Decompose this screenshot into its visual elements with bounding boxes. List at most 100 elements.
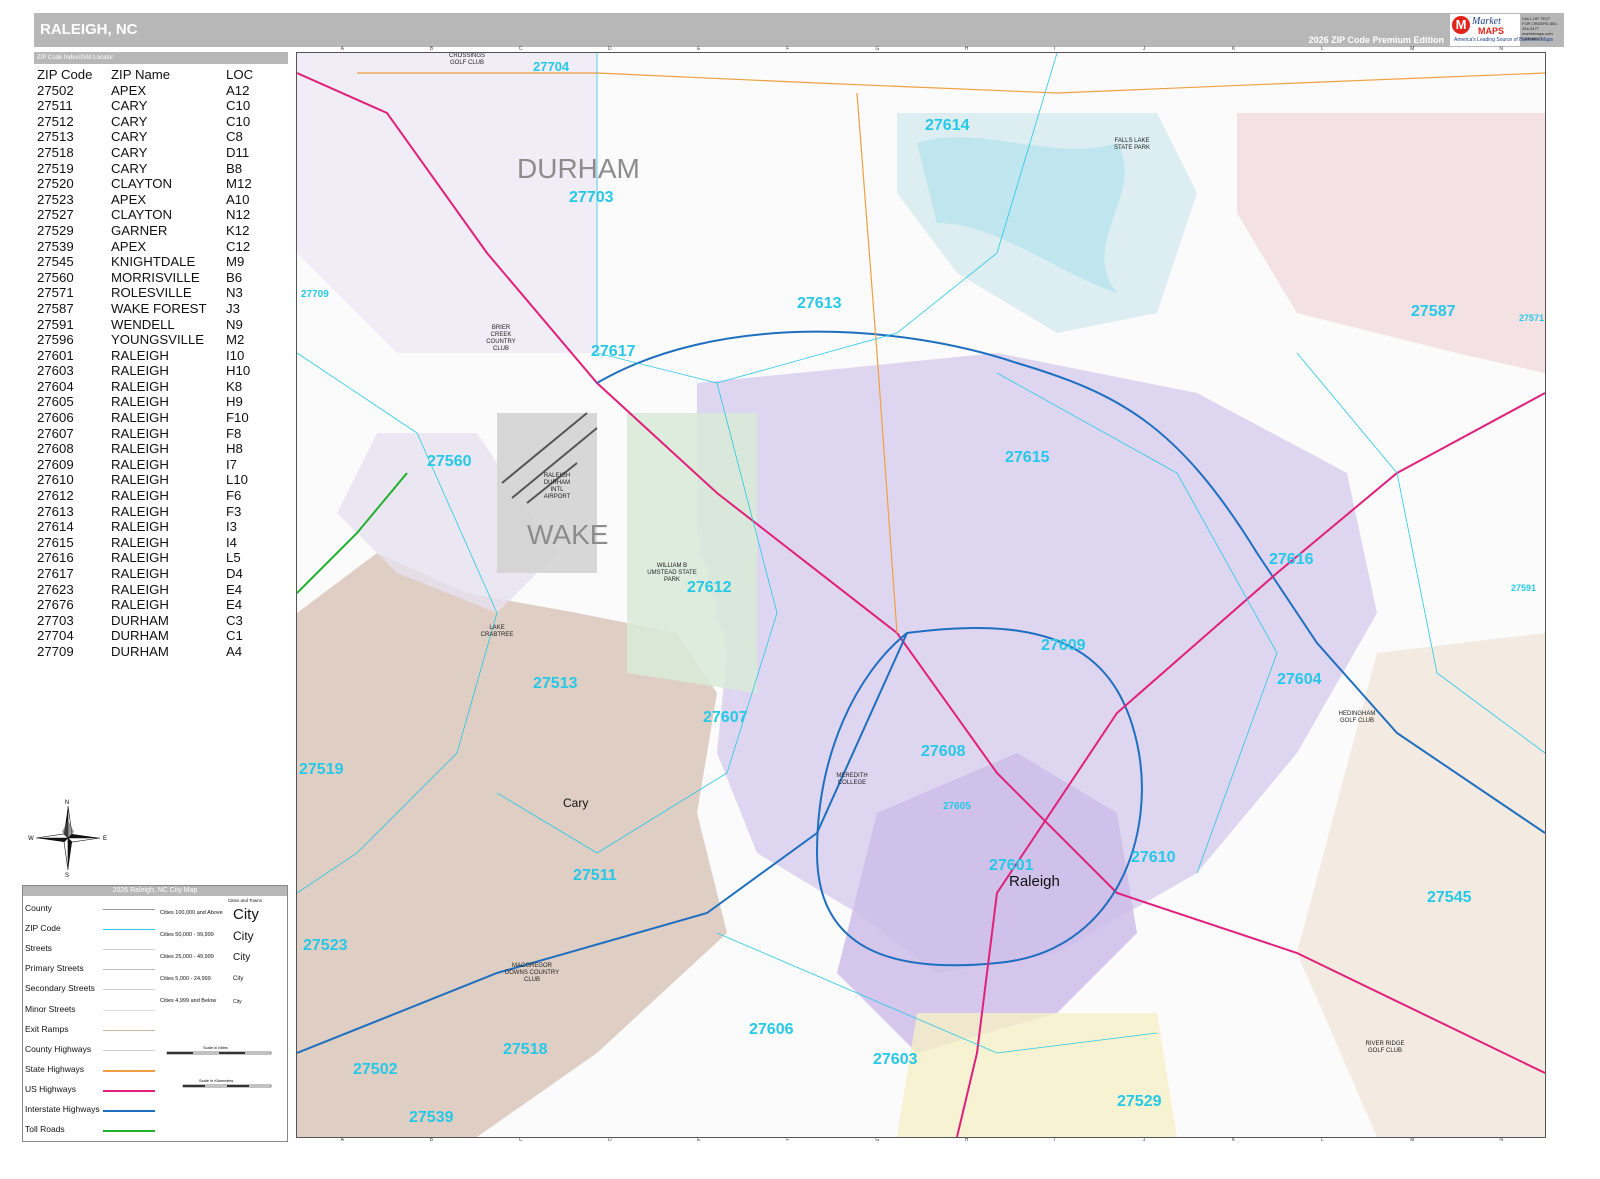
zip-index-row: 27609 RALEIGH I7 <box>37 457 287 473</box>
zip-name-cell: KNIGHTDALE <box>111 254 196 270</box>
zip-code-cell: 27523 <box>37 191 74 207</box>
loc-cell: A12 <box>226 82 250 98</box>
compass-n: N <box>65 800 69 806</box>
zip-code-cell: 27613 <box>37 503 74 519</box>
zip-index-row: 27519 CARY B8 <box>37 161 287 177</box>
zip-code-cell: 27616 <box>37 550 74 566</box>
zip-code-cell: 27587 <box>37 300 74 316</box>
zip-name-cell: CLAYTON <box>111 207 173 223</box>
zip-index-row: 27704 DURHAM C1 <box>37 628 287 644</box>
zip-name-cell: RALEIGH <box>111 410 169 426</box>
zip-name-cell: RALEIGH <box>111 425 169 441</box>
loc-cell: M12 <box>226 176 252 192</box>
market-maps-logo: M Market MAPS America's Leading Source o… <box>1450 14 1553 46</box>
zip-name-cell: RALEIGH <box>111 472 169 488</box>
compass-s: S <box>65 873 69 878</box>
scale-bars: Scale in Miles Scale in Kilometers <box>166 1045 272 1088</box>
zip-index-row: 27607 RALEIGH F8 <box>37 426 287 442</box>
loc-cell: I7 <box>226 456 237 472</box>
zip-index-row: 27617 RALEIGH D4 <box>37 566 287 582</box>
zip-label: 27560 <box>427 453 472 470</box>
legend-item-label: US Highways <box>25 1083 77 1094</box>
zip-label: 27604 <box>1277 671 1322 688</box>
loc-cell: H8 <box>226 441 243 457</box>
zip-label: 27587 <box>1411 303 1456 320</box>
park-lake-crabtree: LAKE CRABTREE <box>480 625 514 638</box>
loc-cell: K8 <box>226 378 243 394</box>
zip-index-row: 27571 ROLESVILLE N3 <box>37 285 287 301</box>
zip-index-row: 27709 DURHAM A4 <box>37 644 287 660</box>
zip-label: 27603 <box>873 1051 918 1068</box>
legend-item-label: Streets <box>25 943 52 954</box>
zip-code-cell: 27571 <box>37 285 74 301</box>
legend-line-sample <box>103 949 155 951</box>
loc-cell: A4 <box>226 643 243 659</box>
legend-line-sample <box>103 909 155 910</box>
zip-name-cell: ROLESVILLE <box>111 285 192 301</box>
zip-name-cell: CLAYTON <box>111 176 173 192</box>
zip-name-cell: RALEIGH <box>111 441 169 457</box>
loc-cell: B6 <box>226 269 243 285</box>
zip-label: 27703 <box>569 189 614 206</box>
logo-m-icon: M <box>1452 16 1470 34</box>
loc-cell: N12 <box>226 207 251 223</box>
map-canvas[interactable]: DURHAM WAKE Cary Raleigh FALLS LAKE STAT… <box>296 52 1546 1138</box>
loc-cell: N3 <box>226 285 243 301</box>
zip-index-row: 27614 RALEIGH I3 <box>37 519 287 535</box>
legend-line-sample <box>103 1089 155 1092</box>
zip-code-cell: 27617 <box>37 566 74 581</box>
zip-label: 27513 <box>533 675 578 692</box>
order-code: CALL OR TEXT FOR ORDERS 800-334-3477 mar… <box>1522 16 1558 41</box>
zip-code-cell: 27603 <box>37 363 74 379</box>
loc-cell: C8 <box>226 129 243 145</box>
park-hedingham: HEDINGHAM GOLF CLUB <box>1338 711 1376 724</box>
park-brier-creek: BRIER CREEK COUNTRY CLUB <box>486 325 516 352</box>
zip-name-cell: DURHAM <box>111 628 169 644</box>
zip-name-cell: RALEIGH <box>111 566 169 581</box>
legend-city-sample: City <box>233 905 259 923</box>
zip-name-cell: RALEIGH <box>111 347 169 363</box>
legend-city-size-label: Cities 4,999 and Below <box>160 998 217 1004</box>
zip-code-cell: 27703 <box>37 612 74 628</box>
zip-code-cell: 27519 <box>37 160 74 176</box>
legend-item-label: County Highways <box>25 1043 92 1054</box>
zip-name-cell: APEX <box>111 238 147 254</box>
legend-line-sample <box>103 1029 155 1031</box>
zip-index-row: 27606 RALEIGH F10 <box>37 410 287 426</box>
zip-label: 27539 <box>409 1109 454 1126</box>
zip-label: 27616 <box>1269 551 1314 568</box>
map-title: RALEIGH, NC <box>40 21 138 38</box>
zip-label: 27545 <box>1427 889 1472 906</box>
zip-label: 27606 <box>749 1021 794 1038</box>
zip-index-header: ZIP Code Index/Grid Locator <box>34 52 288 64</box>
loc-cell: E4 <box>226 597 243 613</box>
zip-index-row: 27523 APEX A10 <box>37 192 287 208</box>
zip-code-cell: 27560 <box>37 269 74 285</box>
zip-code-cell: 27704 <box>37 628 74 644</box>
zip-name-cell: CARY <box>111 160 148 176</box>
zip-code-cell: 27676 <box>37 597 74 613</box>
zip-name-cell: RALEIGH <box>111 378 169 394</box>
zip-name-cell: GARNER <box>111 222 168 238</box>
park-falls-lake: FALLS LAKE STATE PARK <box>1113 138 1150 151</box>
loc-cell: H10 <box>226 363 251 379</box>
loc-cell: C3 <box>226 612 243 628</box>
loc-cell: C10 <box>226 98 251 114</box>
zip-code-cell: 27709 <box>37 643 74 659</box>
zip-label: 27709 <box>301 289 329 300</box>
zip-index-row: 27612 RALEIGH F6 <box>37 488 287 504</box>
legend-city-size-label: Cities 100,000 and Above <box>160 910 223 916</box>
zip-name-cell: WENDELL <box>111 316 175 332</box>
zip-index-row: 27545 KNIGHTDALE M9 <box>37 254 287 270</box>
zip-code-cell: 27623 <box>37 581 74 597</box>
legend-city-sample: City <box>233 952 251 963</box>
zip-index-row: 27615 RALEIGH I4 <box>37 535 287 551</box>
compass-w: W <box>28 836 34 842</box>
zip-label: 27518 <box>503 1041 548 1058</box>
zip-code-cell: 27518 <box>37 144 74 160</box>
zip-label: 27519 <box>299 761 344 778</box>
zip-index-row: 27613 RALEIGH F3 <box>37 504 287 520</box>
park-crossings: CROSSINGS GOLF CLUB <box>448 53 485 66</box>
zip-index-row: 27605 RALEIGH H9 <box>37 394 287 410</box>
loc-cell: L5 <box>226 550 241 566</box>
